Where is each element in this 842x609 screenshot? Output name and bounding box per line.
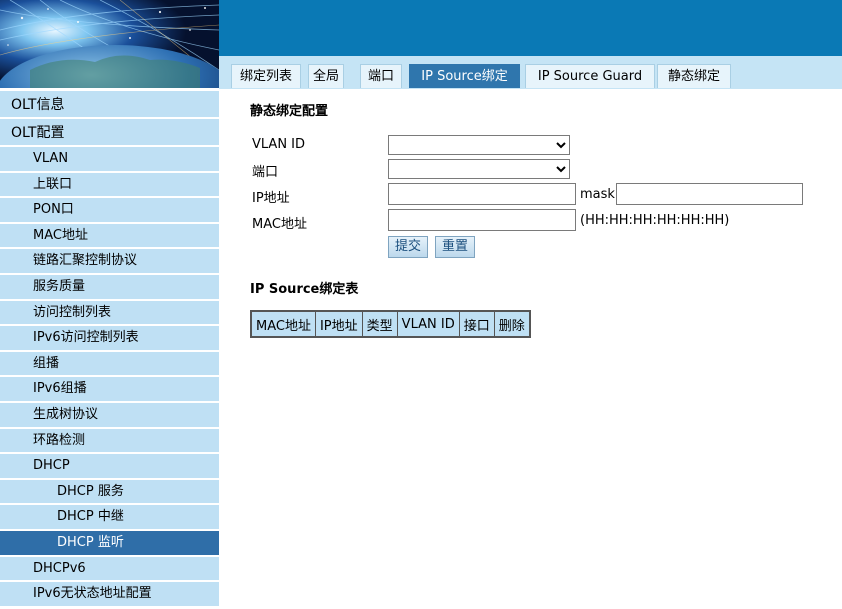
banner-image (0, 0, 219, 88)
sidebar-item-olt-info[interactable]: OLT信息 (0, 91, 219, 119)
sidebar-item-dhcp-snooping[interactable]: DHCP 监听 (0, 531, 219, 557)
sidebar-item-ipv6-acl[interactable]: IPv6访问控制列表 (0, 326, 219, 352)
sidebar-item-dhcpv6[interactable]: DHCPv6 (0, 556, 219, 583)
column-header-delete: 删除 (493, 310, 531, 338)
reset-button[interactable]: 重置 (435, 236, 476, 258)
column-header-type: 类型 (361, 310, 398, 338)
mac-address-label: MAC地址 (252, 217, 307, 232)
column-header-vlan-id: VLAN ID (396, 310, 460, 338)
port-select[interactable] (388, 159, 570, 179)
sidebar-item-multicast[interactable]: 组播 (0, 351, 219, 378)
sidebar-item-ipv6-multicast[interactable]: IPv6组播 (0, 377, 219, 403)
sidebar-item-qos[interactable]: 服务质量 (0, 275, 219, 301)
ip-address-input[interactable] (388, 183, 576, 205)
tab-port[interactable]: 端口 (360, 64, 402, 88)
vlan-id-label: VLAN ID (252, 137, 306, 152)
binding-table: MAC地址 IP地址 类型 VLAN ID 接口 删除 (250, 310, 531, 338)
sidebar-item-ipv6-slaac[interactable]: IPv6无状态地址配置 (0, 582, 219, 608)
sidebar-item-stp[interactable]: 生成树协议 (0, 403, 219, 429)
column-header-mac: MAC地址 (250, 310, 316, 338)
tab-binding-list[interactable]: 绑定列表 (231, 64, 301, 88)
sidebar-item-acl[interactable]: 访问控制列表 (0, 300, 219, 327)
sidebar: OLT信息 OLT配置 VLAN 上联口 PON口 MAC地址 链路汇聚控制协议… (0, 88, 219, 609)
form-title: 静态绑定配置 (250, 104, 329, 119)
mac-format-hint: (HH:HH:HH:HH:HH:HH) (580, 213, 730, 228)
tab-strip: 绑定列表 全局 端口 IP Source绑定 IP Source Guard 静… (219, 56, 842, 89)
tab-ip-source-guard[interactable]: IP Source Guard (525, 64, 655, 88)
table-header-row: MAC地址 IP地址 类型 VLAN ID 接口 删除 (250, 310, 531, 338)
sidebar-item-olt-config[interactable]: OLT配置 (0, 119, 219, 147)
ip-address-label: IP地址 (252, 191, 290, 206)
column-header-ip: IP地址 (314, 310, 363, 338)
header-bar (219, 0, 842, 56)
sidebar-item-uplink[interactable]: 上联口 (0, 172, 219, 199)
main-content: 静态绑定配置 VLAN ID 端口 IP地址 mask MAC地址 (HH:HH… (219, 89, 842, 609)
sidebar-item-dhcp-server[interactable]: DHCP 服务 (0, 479, 219, 506)
mask-label: mask (580, 187, 615, 202)
column-header-interface: 接口 (458, 310, 495, 338)
sidebar-item-pon-port[interactable]: PON口 (0, 198, 219, 224)
mask-input[interactable] (616, 183, 803, 205)
sidebar-item-loop-detect[interactable]: 环路检测 (0, 428, 219, 455)
sidebar-item-dhcp-relay[interactable]: DHCP 中继 (0, 505, 219, 531)
tab-ip-source-binding[interactable]: IP Source绑定 (409, 64, 520, 88)
vlan-id-select[interactable] (388, 135, 570, 155)
tab-static-binding[interactable]: 静态绑定 (657, 64, 731, 88)
mac-address-input[interactable] (388, 209, 576, 231)
sidebar-item-dhcp[interactable]: DHCP (0, 454, 219, 480)
binding-table-title: IP Source绑定表 (250, 282, 359, 297)
sidebar-item-mac-address[interactable]: MAC地址 (0, 223, 219, 250)
sidebar-item-lacp[interactable]: 链路汇聚控制协议 (0, 249, 219, 275)
submit-button[interactable]: 提交 (388, 236, 429, 258)
port-label: 端口 (252, 165, 279, 180)
tab-global[interactable]: 全局 (308, 64, 344, 88)
sidebar-item-vlan[interactable]: VLAN (0, 147, 219, 173)
